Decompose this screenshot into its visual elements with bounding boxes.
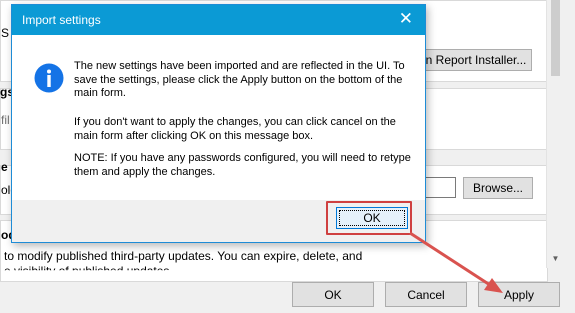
main-scrollbar[interactable]: ▼ bbox=[546, 0, 564, 268]
report-installer-button[interactable]: n Report Installer... bbox=[420, 49, 532, 71]
bg-fragment-s: S bbox=[1, 26, 10, 40]
main-apply-button[interactable]: Apply bbox=[478, 282, 560, 307]
main-ok-button[interactable]: OK bbox=[292, 282, 374, 307]
message-paragraph-3: NOTE: If you have any passwords configur… bbox=[74, 152, 411, 178]
message-paragraph-1: The new settings have been imported and … bbox=[74, 60, 405, 99]
message-paragraph-2: If you don't want to apply the changes, … bbox=[74, 116, 396, 142]
bg-fragment-fil: fil bbox=[1, 113, 10, 127]
close-icon[interactable]: ✕ bbox=[399, 10, 413, 28]
dialog-title-bar[interactable]: Import settings ✕ bbox=[12, 5, 425, 35]
scrollbar-thumb[interactable] bbox=[551, 0, 560, 76]
browse-button[interactable]: Browse... bbox=[463, 177, 533, 199]
main-cancel-button[interactable]: Cancel bbox=[385, 282, 467, 307]
ok-button-highlight bbox=[326, 201, 412, 235]
scroll-down-arrow-icon[interactable]: ▼ bbox=[547, 254, 564, 264]
dialog-title: Import settings bbox=[22, 13, 101, 27]
description-line-1: to modify published third-party updates.… bbox=[4, 249, 363, 263]
info-icon bbox=[34, 63, 64, 93]
